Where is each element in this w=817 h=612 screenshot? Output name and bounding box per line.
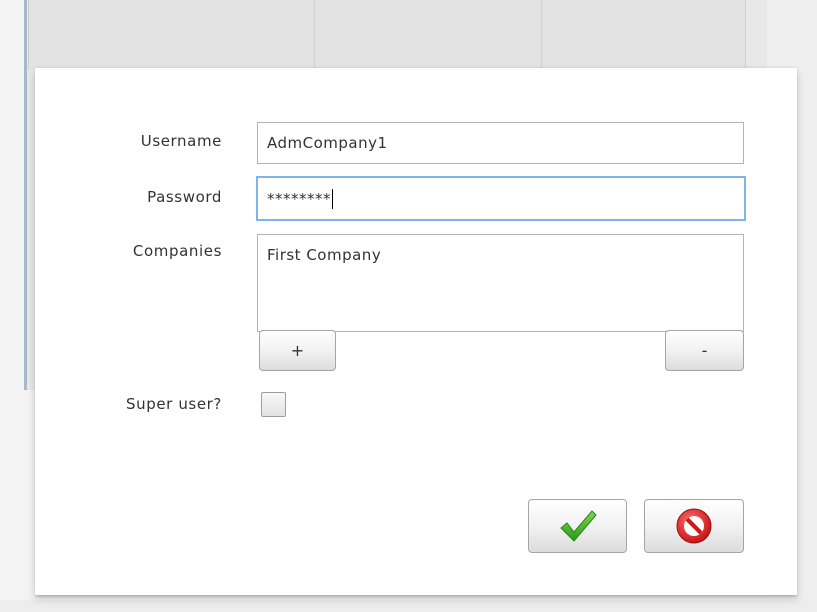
username-value: AdmCompany1	[267, 134, 388, 152]
prohibited-icon	[676, 508, 712, 544]
username-field[interactable]: AdmCompany1	[257, 122, 744, 164]
companies-label: Companies	[132, 242, 222, 260]
user-dialog: Username AdmCompany1 Password ******** C…	[35, 68, 797, 595]
grid-divider	[541, 0, 542, 70]
password-label: Password	[147, 188, 222, 206]
remove-company-button[interactable]: -	[665, 330, 744, 371]
background-grid	[28, 0, 746, 70]
confirm-button[interactable]	[528, 499, 627, 553]
password-field[interactable]: ********	[256, 176, 746, 221]
superuser-checkbox[interactable]	[261, 392, 286, 417]
password-value: ********	[267, 189, 331, 208]
background-bottom	[0, 600, 817, 612]
grid-divider	[314, 0, 315, 70]
add-company-button[interactable]: +	[259, 330, 336, 371]
list-item[interactable]: First Company	[267, 246, 381, 264]
text-caret	[332, 188, 333, 209]
checkmark-icon	[559, 510, 597, 542]
cancel-button[interactable]	[644, 499, 744, 553]
companies-list[interactable]: First Company	[257, 234, 744, 332]
superuser-label: Super user?	[126, 395, 222, 413]
username-label: Username	[140, 132, 222, 150]
